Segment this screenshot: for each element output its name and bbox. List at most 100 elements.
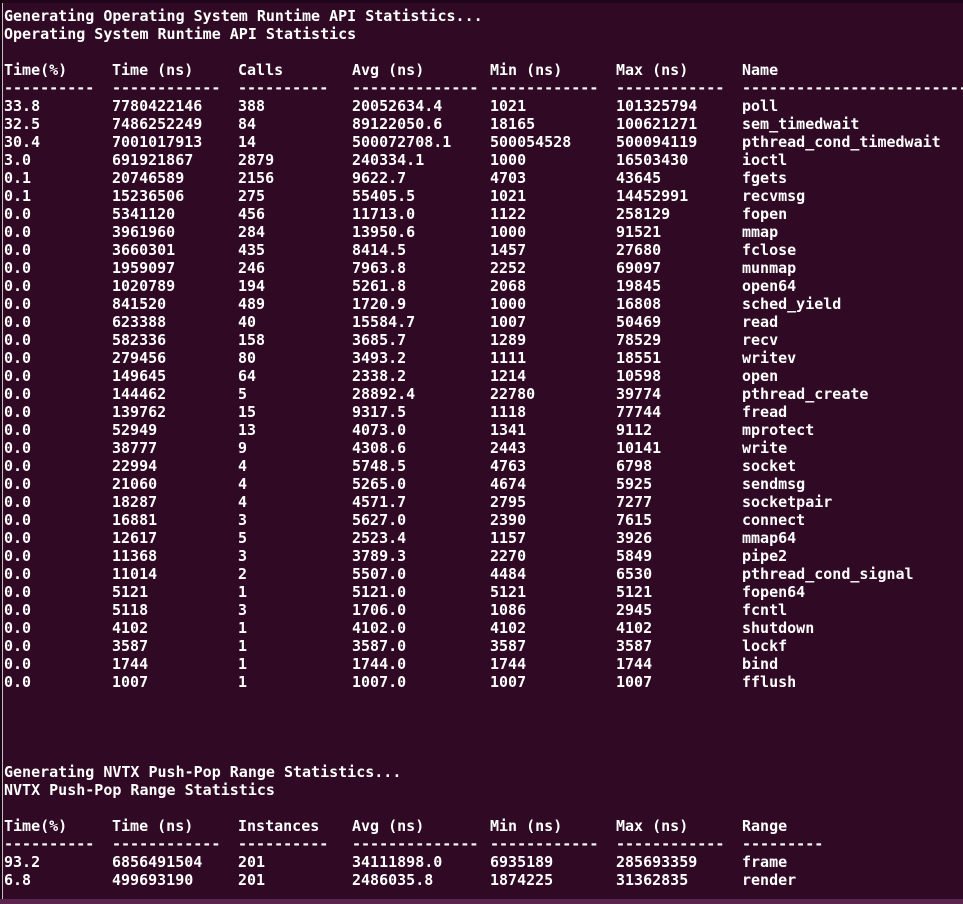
table-row-cell: 0.0 [4, 241, 112, 259]
table-row-cell: 0.0 [4, 529, 112, 547]
table-row-cell: 3 [238, 511, 352, 529]
table-row-cell: 3587 [490, 637, 616, 655]
table-row-cell: 1341 [490, 421, 616, 439]
table-row-cell: 4102.0 [352, 619, 490, 637]
table-separator-row-cell: ---------- [238, 79, 352, 97]
table-row-cell: 1959097 [112, 259, 238, 277]
table-row-cell: 1706.0 [352, 601, 490, 619]
table-row-cell: 5341120 [112, 205, 238, 223]
table-row-cell: 3660301 [112, 241, 238, 259]
table-row-cell: 5121 [616, 583, 742, 601]
table-row-cell: fcntl [742, 601, 963, 619]
table-row-cell: 5 [238, 529, 352, 547]
table-row: 3.06919218672879240334.1100016503430ioct… [4, 151, 963, 169]
table-row-cell: 84 [238, 115, 352, 133]
table-row-cell: 0.0 [4, 313, 112, 331]
table-row-cell: 7615 [616, 511, 742, 529]
table-separator-row: ----------------------------------------… [4, 835, 963, 853]
window-left-edge-highlight [2, 3, 3, 900]
table-row-cell: 1 [238, 583, 352, 601]
table-row-cell: 0.0 [4, 637, 112, 655]
table-row: 0.03877794308.6244310141write [4, 439, 963, 457]
section-title: NVTX Push-Pop Range Statistics [4, 781, 963, 799]
table-row-cell: 16881 [112, 511, 238, 529]
table-row: 0.0512115121.051215121fopen64 [4, 583, 963, 601]
table-row: 0.08415204891720.9100016808sched_yield [4, 295, 963, 313]
table-row-cell: 284 [238, 223, 352, 241]
table-row-cell: 1007 [490, 313, 616, 331]
table-header-row-cell: Avg (ns) [352, 817, 490, 835]
table-row: 0.0534112045611713.01122258129fopen [4, 205, 963, 223]
table-row-cell: bind [742, 655, 963, 673]
table-row: 0.0149645642338.2121410598open [4, 367, 963, 385]
table-row: 0.0358713587.035873587lockf [4, 637, 963, 655]
table-row-cell: 18287 [112, 493, 238, 511]
table-row-cell: 691921867 [112, 151, 238, 169]
table-row-cell: 5507.0 [352, 565, 490, 583]
table-row-cell: 1 [238, 655, 352, 673]
table-row-cell: 7963.8 [352, 259, 490, 277]
table-row-cell: 1021 [490, 187, 616, 205]
table-row-cell: 0.0 [4, 583, 112, 601]
table-row-cell: 1157 [490, 529, 616, 547]
table-row-cell: 2156 [238, 169, 352, 187]
table-row-cell: 14 [238, 133, 352, 151]
terminal-window[interactable]: Generating Operating System Runtime API … [0, 0, 963, 904]
table-row: 32.574862522498489122050.618165100621271… [4, 115, 963, 133]
table-row-cell: mmap64 [742, 529, 963, 547]
table-row-cell: 3789.3 [352, 547, 490, 565]
table-row-cell: 89122050.6 [352, 115, 490, 133]
table-row-cell: 2945 [616, 601, 742, 619]
table-row-cell: 2879 [238, 151, 352, 169]
table-row-cell: 2443 [490, 439, 616, 457]
table-row-cell: 3 [238, 601, 352, 619]
table-separator-row-cell: -------------- [352, 835, 490, 853]
table-row-cell: 5118 [112, 601, 238, 619]
table-row-cell: 1111 [490, 349, 616, 367]
table-header-row-cell: Name [742, 61, 963, 79]
table-row-cell: 55405.5 [352, 187, 490, 205]
table-row-cell: 3493.2 [352, 349, 490, 367]
table-row: 0.010207891945261.8206819845open64 [4, 277, 963, 295]
table-row-cell: 93.2 [4, 853, 112, 871]
table-row-cell: 16503430 [616, 151, 742, 169]
table-row-cell: 1214 [490, 367, 616, 385]
table-row-cell: 149645 [112, 367, 238, 385]
table-row-cell: 20052634.4 [352, 97, 490, 115]
table-row: 0.0100711007.010071007fflush [4, 673, 963, 691]
table-row-cell: 6530 [616, 565, 742, 583]
table-row-cell: 2523.4 [352, 529, 490, 547]
table-header-row-cell: Avg (ns) [352, 61, 490, 79]
table-row: 0.01136833789.322705849pipe2 [4, 547, 963, 565]
table-row-cell: socketpair [742, 493, 963, 511]
table-header-row-cell: Min (ns) [490, 61, 616, 79]
table-row-cell: fclose [742, 241, 963, 259]
table-row-cell: sem_timedwait [742, 115, 963, 133]
table-row-cell: 28892.4 [352, 385, 490, 403]
table-row-cell: 39774 [616, 385, 742, 403]
table-row-cell: fopen64 [742, 583, 963, 601]
table-row-cell: 10141 [616, 439, 742, 457]
table-row-cell: 500094119 [616, 133, 742, 151]
table-row-cell: 4763 [490, 457, 616, 475]
table-row-cell: 1457 [490, 241, 616, 259]
table-row-cell: 0.0 [4, 421, 112, 439]
table-row-cell: 4 [238, 493, 352, 511]
table-row-cell: 500054528 [490, 133, 616, 151]
window-top-edge [0, 0, 963, 3]
table-row-cell: 2486035.8 [352, 871, 490, 889]
table-row-cell: 64 [238, 367, 352, 385]
table-row-cell: 21060 [112, 475, 238, 493]
table-row-cell: 1744 [490, 655, 616, 673]
table-row-cell: 9112 [616, 421, 742, 439]
table-row-cell: pthread_create [742, 385, 963, 403]
table-row-cell: sched_yield [742, 295, 963, 313]
table-header-row-cell: Time (ns) [112, 61, 238, 79]
table-row-cell: render [742, 871, 963, 889]
table-row: 0.0144462528892.42278039774pthread_creat… [4, 385, 963, 403]
table-row: 0.0410214102.041024102shutdown [4, 619, 963, 637]
table-row-cell: 1 [238, 619, 352, 637]
table-row-cell: 2252 [490, 259, 616, 277]
table-row-cell: 456 [238, 205, 352, 223]
table-row-cell: 1 [238, 637, 352, 655]
